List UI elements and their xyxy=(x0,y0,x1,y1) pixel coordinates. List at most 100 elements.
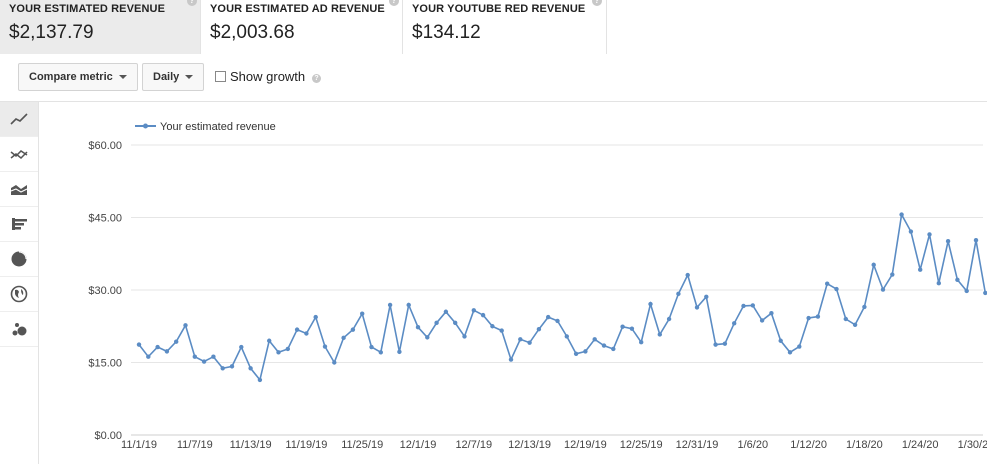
data-point[interactable] xyxy=(239,344,244,350)
data-point[interactable] xyxy=(750,303,755,308)
data-point[interactable] xyxy=(267,338,272,343)
data-point[interactable] xyxy=(787,350,793,355)
data-point[interactable] xyxy=(657,332,662,337)
data-point[interactable] xyxy=(555,318,560,324)
data-point[interactable] xyxy=(471,308,476,313)
help-icon[interactable]: ? xyxy=(592,0,602,6)
data-point[interactable] xyxy=(164,349,170,354)
data-point[interactable] xyxy=(369,344,374,350)
data-point[interactable] xyxy=(890,272,895,277)
data-point[interactable] xyxy=(815,314,821,319)
data-point[interactable] xyxy=(880,287,886,292)
map-chart-button[interactable] xyxy=(0,277,38,312)
data-point[interactable] xyxy=(825,281,830,286)
data-point[interactable] xyxy=(583,349,588,354)
multi-line-chart-button[interactable] xyxy=(0,137,38,172)
data-point[interactable] xyxy=(936,281,941,286)
data-point[interactable] xyxy=(378,350,383,355)
data-point[interactable] xyxy=(136,342,142,347)
interval-dropdown[interactable]: Daily xyxy=(142,63,205,91)
data-point[interactable] xyxy=(183,323,188,328)
data-point[interactable] xyxy=(983,290,987,296)
data-point[interactable] xyxy=(294,327,300,332)
help-icon[interactable]: ? xyxy=(389,0,399,6)
data-point[interactable] xyxy=(694,305,700,310)
data-point[interactable] xyxy=(406,302,411,308)
data-point[interactable] xyxy=(397,349,402,355)
data-point[interactable] xyxy=(722,341,728,346)
data-point[interactable] xyxy=(778,338,783,343)
data-point[interactable] xyxy=(387,302,393,308)
data-point[interactable] xyxy=(350,327,356,332)
data-point[interactable] xyxy=(332,360,337,365)
card-youtube-red-revenue[interactable]: YOUR YOUTUBE RED REVENUE $134.12 ? xyxy=(403,0,607,54)
data-point[interactable] xyxy=(685,272,690,278)
data-point[interactable] xyxy=(229,364,235,369)
data-point[interactable] xyxy=(732,321,737,326)
data-point[interactable] xyxy=(945,238,951,244)
data-point[interactable] xyxy=(462,334,467,339)
data-point[interactable] xyxy=(843,316,848,322)
data-point[interactable] xyxy=(201,359,207,364)
data-point[interactable] xyxy=(704,294,709,299)
data-point[interactable] xyxy=(527,340,532,345)
data-point[interactable] xyxy=(927,232,932,237)
data-point[interactable] xyxy=(322,344,328,349)
data-point[interactable] xyxy=(592,337,597,342)
data-point[interactable] xyxy=(620,324,625,329)
pie-chart-button[interactable] xyxy=(0,242,38,277)
data-point[interactable] xyxy=(508,357,514,362)
stacked-area-chart-button[interactable] xyxy=(0,172,38,207)
data-point[interactable] xyxy=(443,309,449,314)
line-chart-button[interactable] xyxy=(0,102,38,137)
data-point[interactable] xyxy=(248,366,253,371)
data-point[interactable] xyxy=(192,354,197,359)
data-point[interactable] xyxy=(871,262,876,268)
data-point[interactable] xyxy=(611,346,616,352)
card-estimated-revenue[interactable]: YOUR ESTIMATED REVENUE $2,137.79 ? xyxy=(0,0,201,54)
show-growth-label[interactable]: Show growth xyxy=(230,69,305,84)
data-point[interactable] xyxy=(964,288,969,294)
data-point[interactable] xyxy=(480,312,486,318)
data-point[interactable] xyxy=(518,337,523,342)
data-point[interactable] xyxy=(955,277,960,283)
data-point[interactable] xyxy=(220,366,225,371)
data-point[interactable] xyxy=(918,267,923,272)
data-point[interactable] xyxy=(639,340,644,345)
data-point[interactable] xyxy=(146,354,151,359)
data-point[interactable] xyxy=(360,311,365,316)
data-point[interactable] xyxy=(973,238,979,243)
data-point[interactable] xyxy=(629,326,635,331)
data-point[interactable] xyxy=(174,339,179,344)
data-point[interactable] xyxy=(834,286,839,292)
data-point[interactable] xyxy=(536,326,542,332)
data-point[interactable] xyxy=(676,291,681,297)
data-point[interactable] xyxy=(852,322,858,327)
data-point[interactable] xyxy=(713,342,718,347)
data-point[interactable] xyxy=(769,311,774,316)
data-point[interactable] xyxy=(546,314,551,320)
help-icon[interactable]: ? xyxy=(187,0,197,6)
data-point[interactable] xyxy=(304,331,309,336)
data-point[interactable] xyxy=(313,314,318,320)
data-point[interactable] xyxy=(806,315,811,321)
data-point[interactable] xyxy=(490,324,495,329)
bar-chart-button[interactable] xyxy=(0,207,38,242)
data-point[interactable] xyxy=(601,343,607,348)
data-point[interactable] xyxy=(425,335,430,340)
data-point[interactable] xyxy=(862,304,867,310)
data-point[interactable] xyxy=(666,316,672,322)
data-point[interactable] xyxy=(899,212,904,217)
bubble-chart-button[interactable] xyxy=(0,312,38,347)
data-point[interactable] xyxy=(285,346,290,352)
data-point[interactable] xyxy=(759,318,765,323)
help-icon[interactable]: ? xyxy=(312,74,321,83)
data-point[interactable] xyxy=(415,325,421,330)
data-point[interactable] xyxy=(341,335,346,341)
data-point[interactable] xyxy=(276,350,281,355)
compare-metric-dropdown[interactable]: Compare metric xyxy=(18,63,138,91)
data-point[interactable] xyxy=(797,344,802,349)
data-point[interactable] xyxy=(573,351,579,356)
data-point[interactable] xyxy=(453,320,458,326)
data-point[interactable] xyxy=(499,328,504,333)
